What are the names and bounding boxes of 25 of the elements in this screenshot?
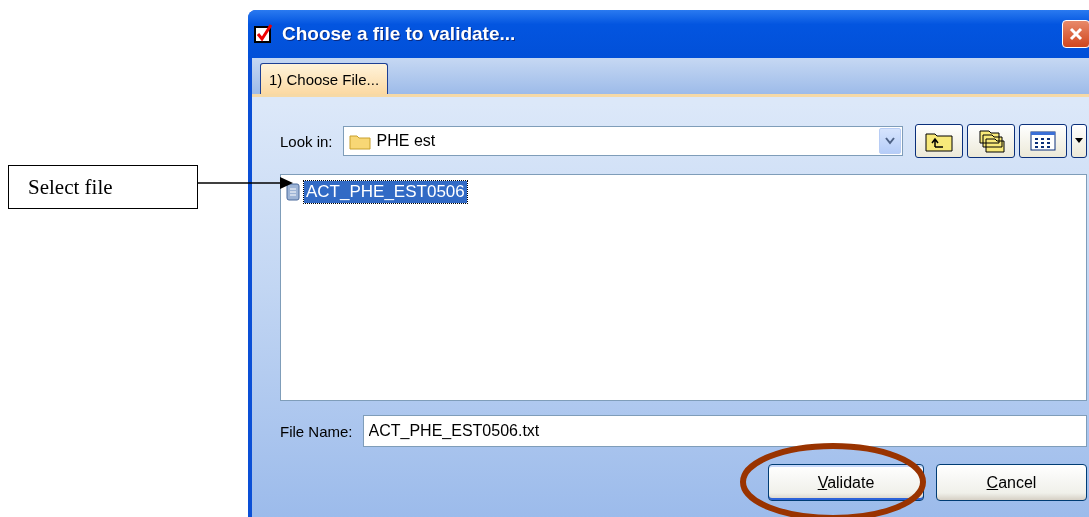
view-dropdown-button[interactable] [1071, 124, 1087, 158]
list-view-icon [1030, 131, 1056, 151]
close-button[interactable] [1062, 20, 1089, 48]
up-folder-button[interactable] [915, 124, 963, 158]
file-item[interactable]: ACT_PHE_EST0506 [304, 181, 467, 203]
validate-button[interactable]: Validate [768, 464, 924, 501]
view-menu-button[interactable] [1019, 124, 1067, 158]
document-icon [285, 182, 301, 202]
look-in-label: Look in: [280, 132, 333, 150]
window-title: Choose a file to validate... [282, 23, 517, 45]
dropdown-button[interactable] [879, 128, 901, 154]
tab[interactable]: 1) Choose File... [260, 63, 389, 94]
close-icon [1068, 26, 1084, 42]
folders-icon [977, 129, 1005, 153]
caret-down-icon [1075, 138, 1083, 144]
chevron-down-icon [885, 137, 895, 145]
new-folder-button[interactable] [967, 124, 1015, 158]
cancel-button[interactable]: Cancel [936, 464, 1087, 501]
folder-icon [348, 132, 371, 150]
callout-label: Select file [8, 165, 198, 209]
file-name-label: File Name: [280, 422, 353, 440]
up-folder-icon [925, 130, 953, 152]
file-name-field[interactable]: ACT_PHE_EST0506.txt [362, 415, 1087, 447]
look-in-dropdown[interactable]: PHE est [342, 126, 903, 156]
checkbox-icon [254, 24, 274, 44]
